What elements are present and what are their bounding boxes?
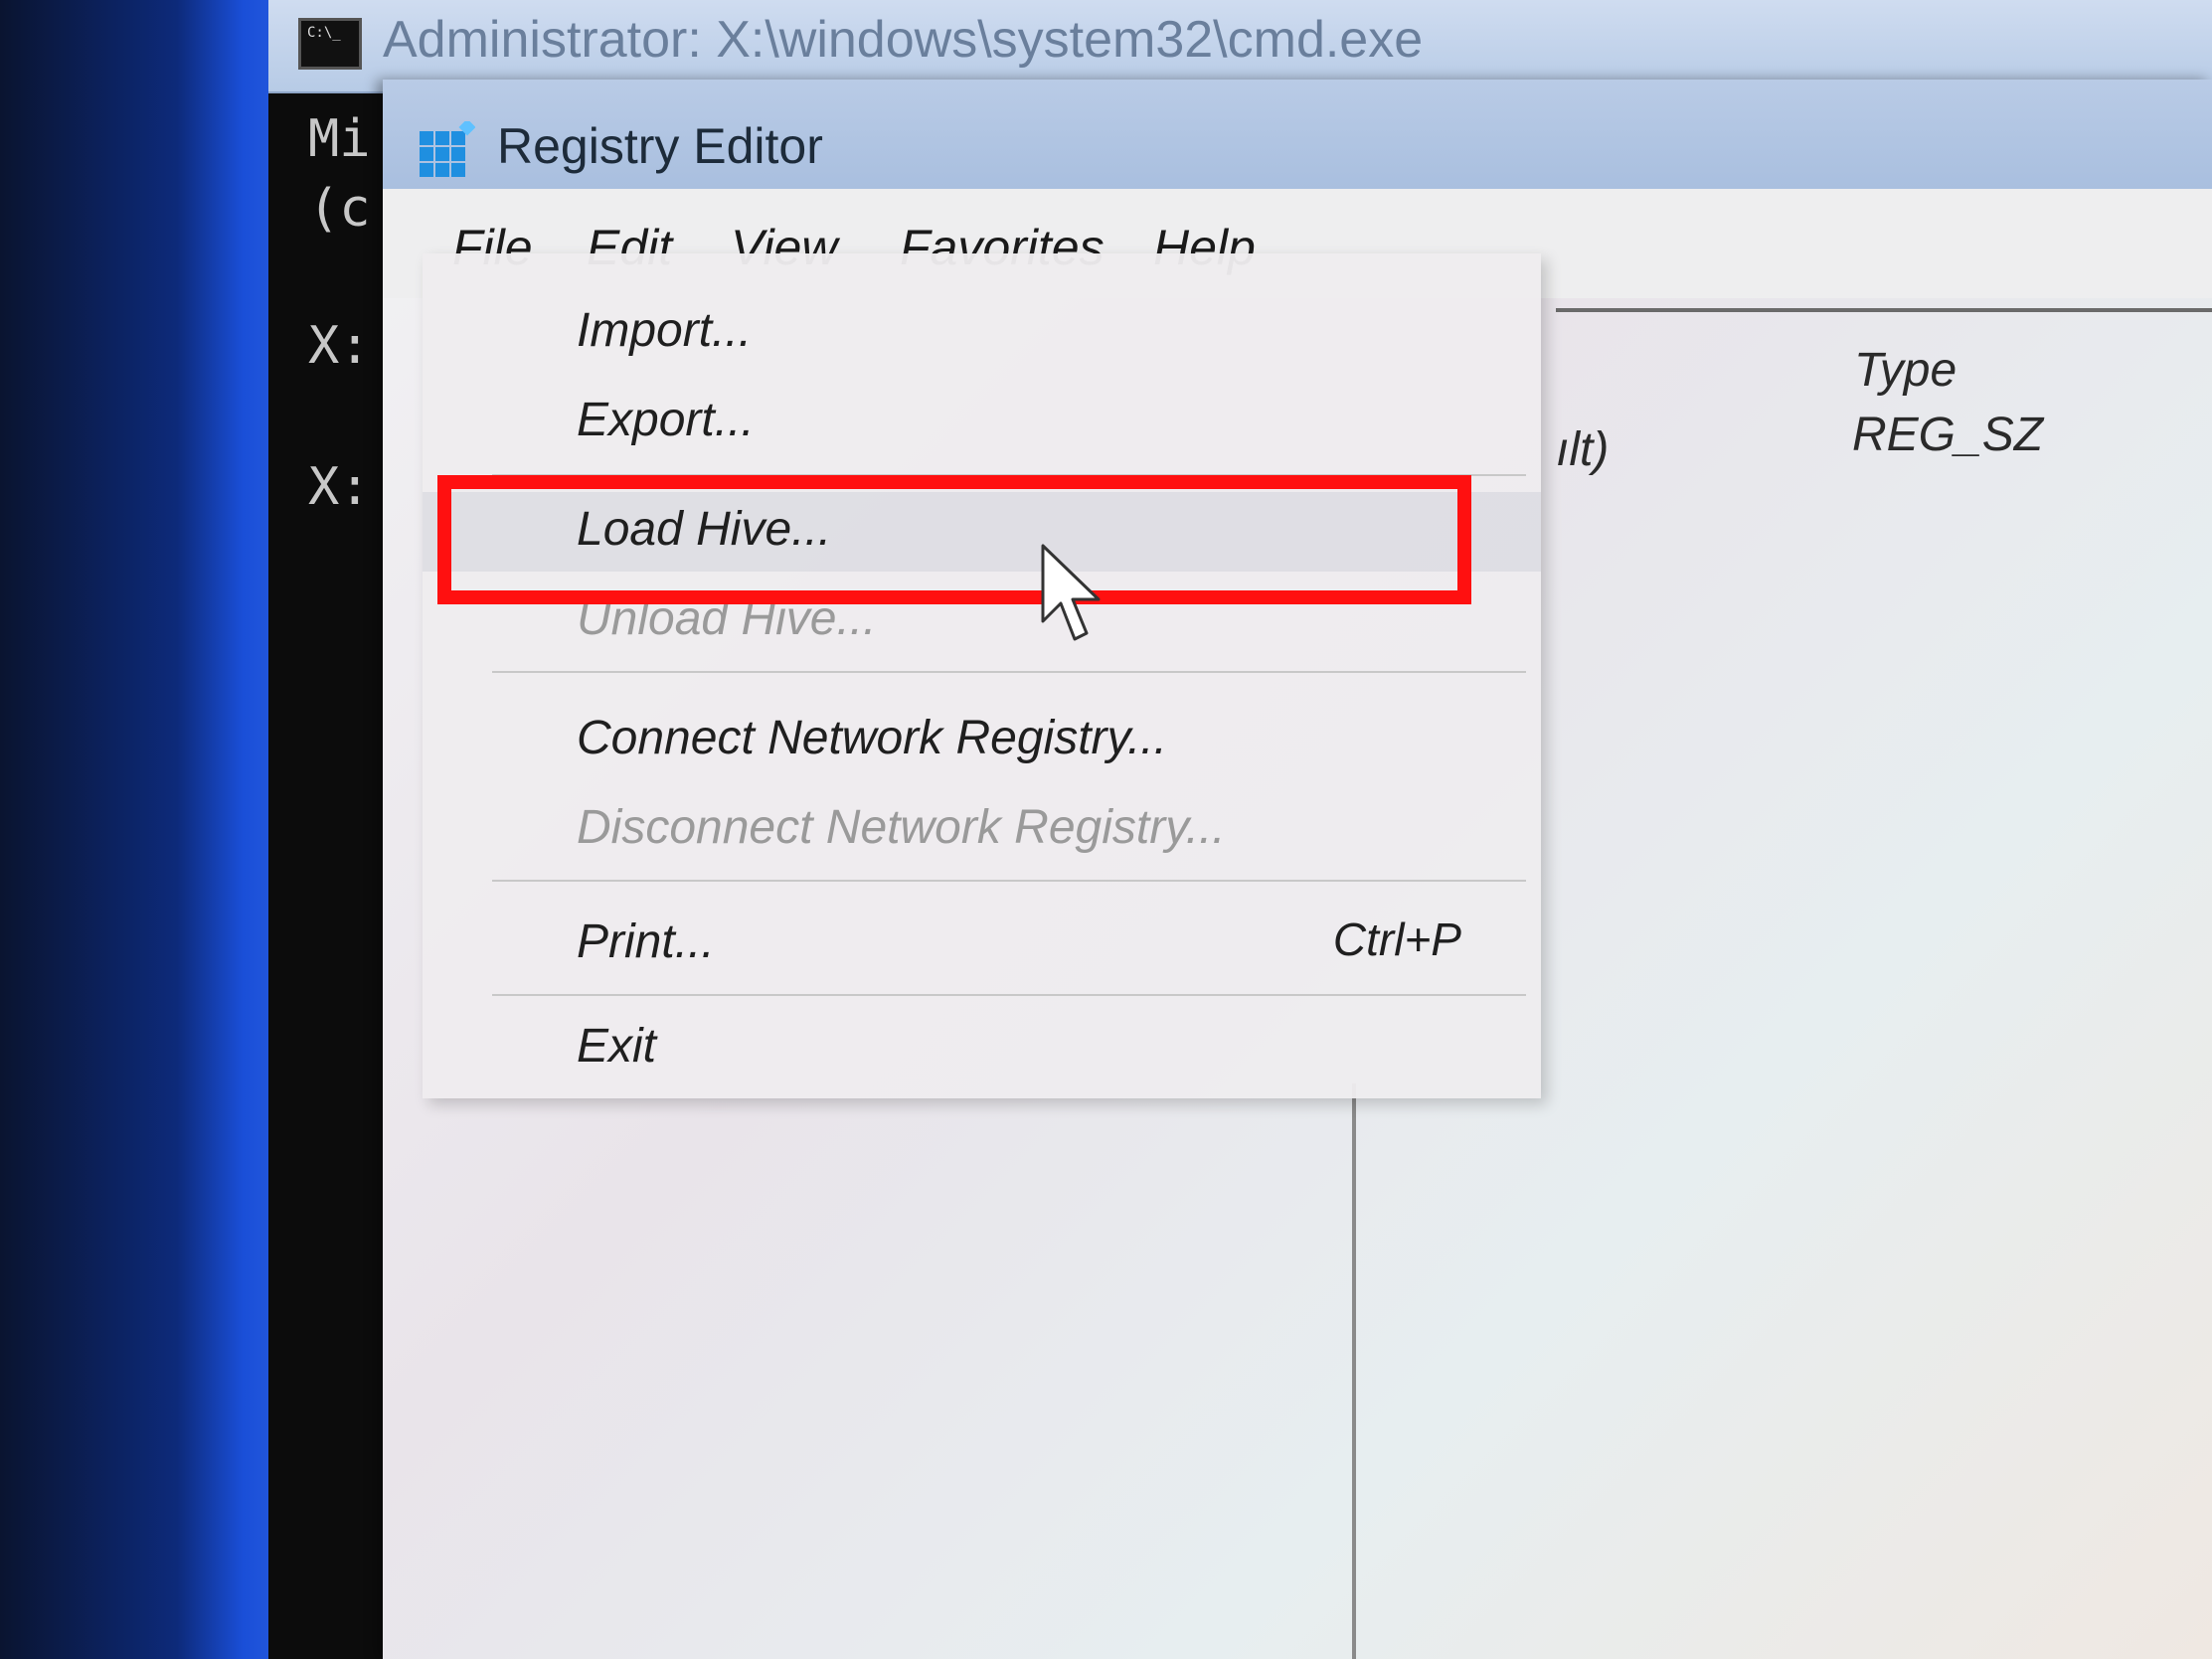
screen: C:\_ Administrator: X:\windows\system32\…	[0, 0, 2212, 1659]
value-name-default[interactable]: ılt)	[1556, 422, 1609, 477]
menu-item-import[interactable]: Import...	[423, 293, 1541, 373]
menu-item-connect-network-registry[interactable]: Connect Network Registry...	[423, 701, 1541, 780]
menu-item-label: Disconnect Network Registry...	[577, 801, 1226, 854]
menu-item-label: Exit	[577, 1020, 657, 1073]
mouse-pointer-icon	[1041, 544, 1101, 641]
menu-separator	[492, 994, 1526, 996]
menu-item-label: Import...	[577, 304, 753, 357]
value-type-default: REG_SZ	[1852, 409, 2044, 461]
menu-item-label: Export...	[577, 394, 755, 446]
cmd-window-title: Administrator: X:\windows\system32\cmd.e…	[383, 11, 1424, 69]
menu-item-print[interactable]: Print... Ctrl+P	[423, 905, 1541, 984]
menu-item-shortcut: Ctrl+P	[1332, 913, 1461, 965]
menu-item-label: Connect Network Registry...	[577, 712, 1167, 764]
menu-item-export[interactable]: Export...	[423, 383, 1541, 462]
regedit-window-title: Registry Editor	[497, 118, 823, 174]
list-header-divider	[1556, 308, 2212, 312]
menu-separator	[492, 671, 1526, 673]
regedit-titlebar[interactable]: Registry Editor	[383, 80, 2212, 189]
highlight-annotation-box	[437, 475, 1471, 604]
menu-item-disconnect-network-registry[interactable]: Disconnect Network Registry...	[423, 790, 1541, 870]
pane-splitter[interactable]	[1352, 1083, 1356, 1659]
cmd-output-line: X:	[308, 316, 371, 376]
cmd-icon: C:\_	[298, 18, 362, 70]
cmd-output-line: (c	[308, 179, 371, 239]
cmd-output-line: Mi	[308, 109, 371, 169]
menu-separator	[492, 880, 1526, 882]
column-header-type[interactable]: Type	[1854, 343, 1957, 398]
cmd-output-line: X:	[308, 457, 371, 517]
registry-editor-icon	[420, 121, 475, 177]
file-menu-dropdown: Import... Export... Load Hive... Unload …	[423, 253, 1541, 1098]
menu-item-exit[interactable]: Exit	[423, 1009, 1541, 1088]
menu-item-label: Print...	[577, 915, 715, 968]
